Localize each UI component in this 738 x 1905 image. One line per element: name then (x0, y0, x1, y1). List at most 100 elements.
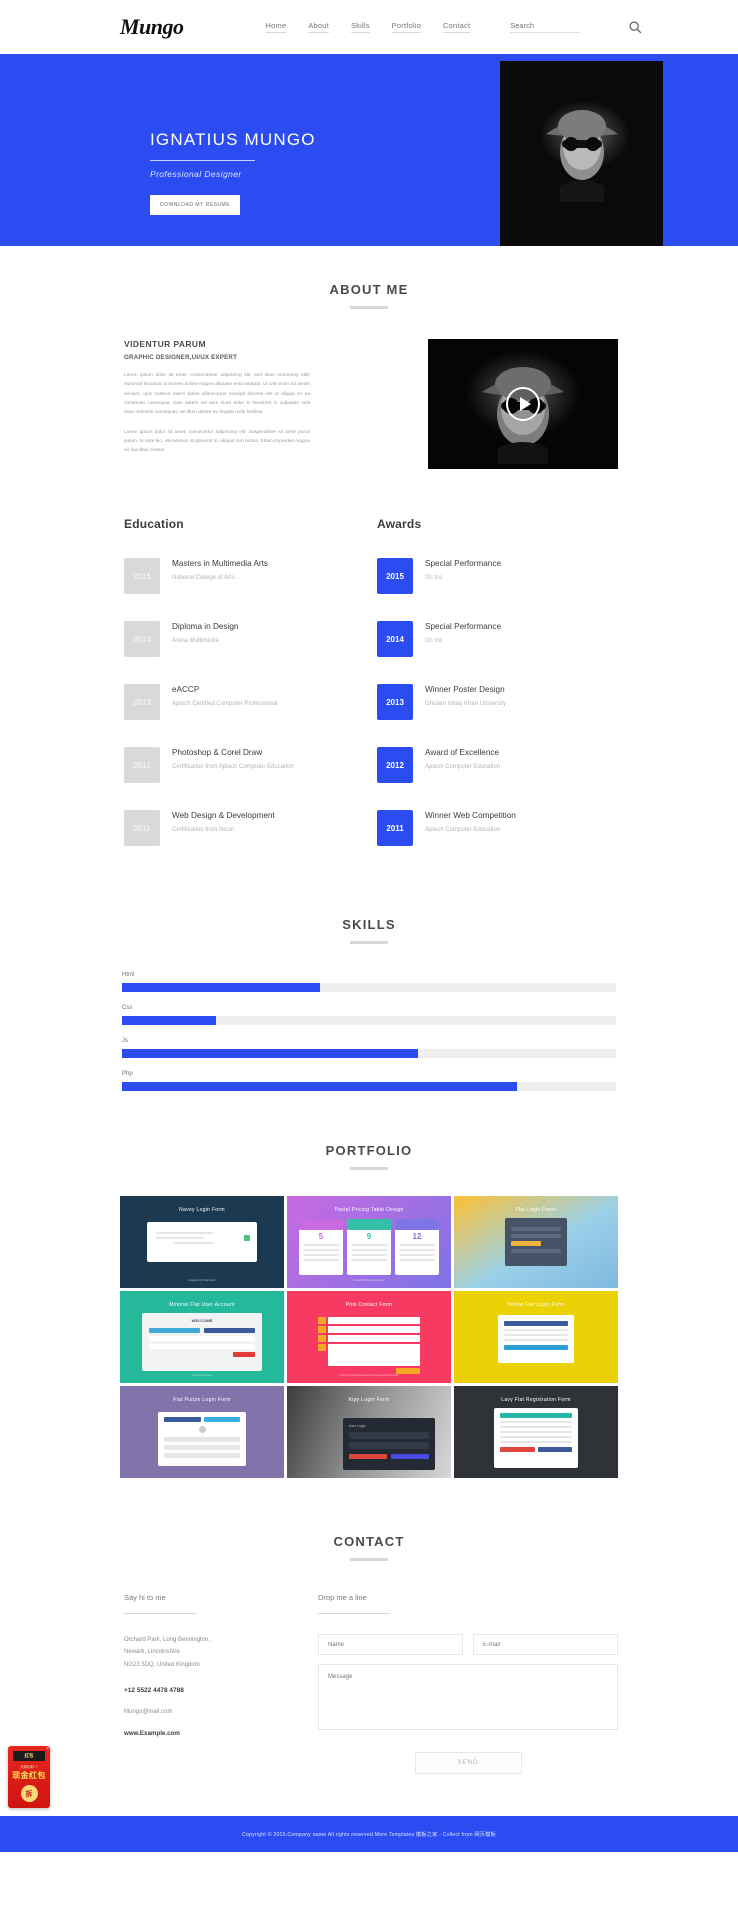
year-badge: 2015 (124, 558, 160, 594)
about-section: ABOUT ME VIDENTUR PARUM GRAPHIC DESIGNER… (120, 246, 618, 469)
nav-item-portfolio[interactable]: Portfolio (391, 21, 421, 33)
promo-red-envelope-widget[interactable]: × 红包 天翻地覆1个 现金红包 拆 (8, 1746, 50, 1808)
contact-send-button[interactable]: SEND (414, 1752, 522, 1774)
contact-email-input[interactable] (473, 1634, 618, 1655)
promo-sub-text: 天翻地覆1个 (20, 1765, 38, 1769)
hero-divider (150, 160, 255, 161)
portfolio-item-footer: Designed by Webcoder (188, 1279, 216, 1282)
portfolio-item[interactable]: Flat Purple Login Form (120, 1386, 284, 1478)
portfolio-item[interactable]: Kipy Login Form User Login (287, 1386, 451, 1478)
award-item-title: Special Performance (425, 559, 501, 568)
contact-email[interactable]: Mungo@mail.com (124, 1709, 290, 1715)
hero-role: Professional Designer (150, 169, 242, 179)
award-item-title: Winner Web Competition (425, 811, 516, 820)
contact-right-heading: Drop me a line (318, 1593, 367, 1602)
portfolio-section: PORTFOLIO Navey Login Form Designed by W… (120, 1143, 618, 1478)
contact-name-input[interactable] (318, 1634, 463, 1655)
skill-track (122, 1082, 616, 1091)
contact-left-divider (124, 1613, 196, 1614)
awards-list: 2015 Special Performance I2c Inc 2014 Sp… (377, 558, 618, 846)
education-item: 2013 eACCP Aptech Certified Computer Pro… (124, 684, 369, 720)
promo-top-text: 红包 (24, 1753, 34, 1758)
portfolio-item-caption: Minimal Flat User Account (169, 1302, 235, 1308)
portfolio-item[interactable]: Navey Login Form Designed by Webcoder (120, 1196, 284, 1288)
promo-top-banner: 红包 (13, 1751, 45, 1761)
education-item: 2012 Photoshop & Corel Draw Certificatio… (124, 747, 369, 783)
portfolio-item-caption: Pink Contact Form (345, 1302, 393, 1308)
contact-section: CONTACT Say hi to me Orchard Park, Long … (120, 1534, 618, 1774)
nav-item-skills[interactable]: Skills (350, 21, 370, 33)
portfolio-item-footer: Flat Design Form (192, 1374, 212, 1377)
skill-track (122, 1016, 616, 1025)
download-resume-button[interactable]: DOWNLOAD MY RESUME (150, 195, 241, 215)
awards-column: Awards 2015 Special Performance I2c Inc … (369, 517, 618, 873)
hero-text-block: IGNATIUS MUNGO Professional Designer DOW… (150, 130, 365, 215)
skills-section: SKILLS Html Css Js Php (120, 917, 618, 1091)
contact-title-underline (350, 1558, 388, 1561)
contact-left-heading: Say hi to me (124, 1593, 166, 1602)
contact-website[interactable]: www.Example.com (124, 1730, 290, 1737)
education-column: Education 2015 Masters in Multimedia Art… (120, 517, 369, 873)
about-subheading: GRAPHIC DESIGNER,UI/UX EXPERT (124, 354, 238, 361)
education-item-title: Photoshop & Corel Draw (172, 748, 263, 757)
skill-label: Css (122, 1005, 133, 1011)
year-badge: 2011 (377, 810, 413, 846)
award-item-title: Award of Excellence (425, 748, 500, 757)
skill-fill (122, 983, 320, 992)
portfolio-item[interactable]: Lavy Flat Registration Form (454, 1386, 618, 1478)
skill-fill (122, 1082, 518, 1091)
education-item-sub: National College of Arts (172, 575, 235, 582)
about-video-thumbnail[interactable] (428, 339, 618, 469)
education-item-title: Masters in Multimedia Arts (172, 559, 269, 568)
award-item-sub: I2c Inc (425, 575, 443, 582)
portfolio-title-underline (350, 1167, 388, 1170)
portfolio-grid: Navey Login Form Designed by Webcoder Pa… (120, 1196, 618, 1478)
about-paragraph-1: Lorem ipsum dolor sit amet, consectetuer… (124, 373, 310, 416)
contact-message-textarea[interactable] (318, 1664, 618, 1730)
play-icon (519, 397, 531, 411)
close-icon[interactable]: × (46, 1746, 49, 1752)
education-item: 2011 Web Design & Development Certificat… (124, 810, 369, 846)
address-line-3: NG23 5DQ, United Kingdom (124, 1661, 200, 1668)
nav-item-about[interactable]: About (308, 21, 329, 33)
nav-item-home[interactable]: Home (265, 21, 287, 33)
portfolio-title: PORTFOLIO (325, 1143, 413, 1158)
portfolio-item-caption: Lavy Flat Registration Form (501, 1397, 571, 1403)
year-badge: 2013 (124, 684, 160, 720)
award-item: 2012 Award of Excellence Aptech Computer… (377, 747, 618, 783)
portfolio-item[interactable]: Yellow Flat Login Form (454, 1291, 618, 1383)
skills-title: SKILLS (342, 917, 396, 932)
promo-open-button[interactable]: 拆 (20, 1785, 38, 1802)
year-badge: 2011 (124, 810, 160, 846)
portfolio-item-caption: Flat Purple Login Form (173, 1397, 231, 1403)
award-item-title: Winner Poster Design (425, 685, 505, 694)
portfolio-item[interactable]: Minimal Flat User Account WELCOME Flat D… (120, 1291, 284, 1383)
skill-track (122, 1049, 616, 1058)
portfolio-item[interactable]: Pastel Pricing Table Design 5 9 12 Paste… (287, 1196, 451, 1288)
skill-row: Html (122, 972, 616, 992)
contact-info-column: Say hi to me Orchard Park, Long Benningt… (120, 1593, 290, 1774)
site-logo[interactable]: Mungo (120, 14, 184, 40)
contact-address: Orchard Park, Long Bennington, Newark, L… (124, 1634, 290, 1671)
search-input[interactable] (510, 21, 581, 33)
award-item-sub: Ghulam Ishaq Khan University (425, 701, 507, 708)
education-item-sub: Certification from Nicon (172, 827, 235, 834)
contact-form-column: Drop me a line SEND (318, 1593, 618, 1774)
search-icon[interactable] (628, 20, 642, 34)
skills-list: Html Css Js Php (120, 972, 618, 1091)
nav-item-contact[interactable]: Contact (443, 21, 471, 33)
education-list: 2015 Masters in Multimedia Arts National… (124, 558, 369, 846)
about-text-column: VIDENTUR PARUM GRAPHIC DESIGNER,UI/UX EX… (120, 339, 310, 469)
education-item-title: Web Design & Development (172, 811, 275, 820)
about-video-column (330, 339, 618, 469)
portfolio-item-footer: Copyright All Rights Reserved. Designed … (339, 1374, 399, 1377)
year-badge: 2013 (377, 684, 413, 720)
contact-right-divider (318, 1613, 390, 1614)
promo-main-text: 现金红包 (12, 1771, 46, 1780)
education-item-sub: Arena Multimedia (172, 638, 219, 645)
play-button[interactable] (506, 387, 540, 421)
main-nav: Home About Skills Portfolio Contact (265, 21, 471, 33)
portfolio-item[interactable]: Pink Contact Form Copyright All Rights R… (287, 1291, 451, 1383)
portfolio-item[interactable]: Flat Login Panel (454, 1196, 618, 1288)
education-heading: Education (124, 517, 184, 531)
